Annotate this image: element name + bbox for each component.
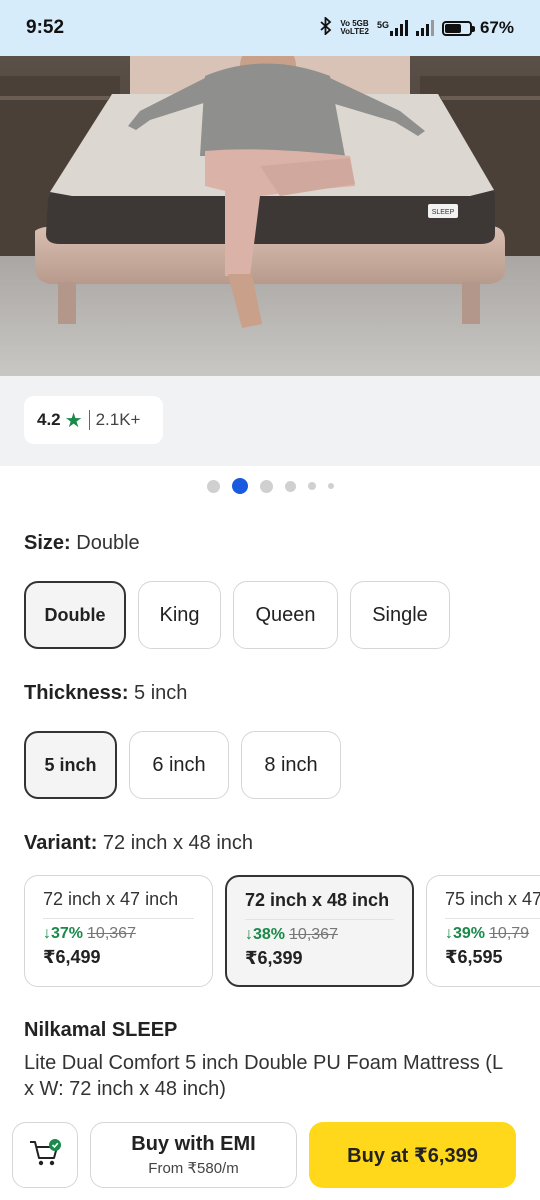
variant-label-row: Variant: 72 inch x 48 inch: [24, 832, 253, 855]
rating-value: 4.2: [37, 410, 61, 429]
network-type-label: Vo 5GB VoLTE2: [340, 19, 369, 36]
discount-percent: ↓37%: [43, 925, 84, 942]
carousel-dot[interactable]: [259, 479, 273, 493]
battery-percent: 67%: [479, 18, 514, 37]
variant-selected-value: 72 inch x 48 inch: [102, 832, 254, 854]
mrp-price: 10,367: [87, 925, 136, 942]
variant-discount-row: ↓39% 10,79: [445, 925, 540, 943]
variant-discount-row: ↓38% 10,367: [245, 926, 394, 944]
cart-icon: [28, 1138, 62, 1173]
carousel-dot-active[interactable]: [231, 478, 248, 494]
size-option-double[interactable]: Double: [24, 581, 126, 649]
variant-card-75x47[interactable]: 75 inch x 47 ↓39% 10,79 ₹6,595: [426, 875, 540, 987]
rating-area: 4.2 ★ 2.1K+: [0, 376, 540, 466]
thickness-option-5-inch[interactable]: 5 inch: [24, 731, 117, 799]
bottom-action-bar: Buy with EMI From ₹580/m Buy at ₹6,399: [0, 1108, 540, 1200]
signal-icon: [415, 20, 434, 36]
product-title: Lite Dual Comfort 5 inch Double PU Foam …: [24, 1052, 503, 1100]
emi-label: Buy with EMI: [131, 1133, 256, 1155]
variant-card-72x47[interactable]: 72 inch x 47 inch ↓37% 10,367 ₹6,499: [24, 875, 213, 987]
size-label: Size:: [24, 532, 71, 554]
discount-percent: ↓38%: [245, 926, 286, 943]
carousel-dot[interactable]: [284, 480, 296, 492]
star-icon: ★: [64, 409, 83, 432]
rating-chip[interactable]: 4.2 ★ 2.1K+: [24, 396, 163, 444]
variant-discount-row: ↓37% 10,367: [43, 925, 194, 943]
rating-divider: [88, 410, 90, 430]
add-to-cart-button[interactable]: [12, 1122, 78, 1188]
carousel-indicator: [0, 478, 540, 494]
variant-price: ₹6,499: [43, 947, 101, 967]
size-label-row: Size: Double: [24, 532, 140, 555]
battery-icon: [441, 20, 475, 36]
variant-name: 72 inch x 47 inch: [43, 889, 194, 919]
buy-now-button[interactable]: Buy at ₹6,399: [309, 1122, 516, 1188]
status-icons: Vo 5GB VoLTE2 5G 67%: [320, 15, 514, 40]
thickness-selected-value: 5 inch: [134, 682, 188, 704]
signal-5g-icon: 5G: [377, 20, 408, 36]
size-option-queen[interactable]: Queen: [233, 581, 338, 649]
size-selected-value: Double: [76, 532, 140, 554]
clock: 9:52: [26, 17, 65, 38]
mattress-label: SLEEP: [432, 209, 455, 216]
mrp-price: 10,79: [489, 925, 530, 942]
carousel-dot[interactable]: [206, 479, 220, 493]
rating-count: 2.1K+: [95, 410, 141, 429]
thickness-option-6-inch[interactable]: 6 inch: [129, 731, 229, 799]
thickness-label: Thickness:: [24, 682, 129, 704]
size-option-king[interactable]: King: [138, 581, 221, 649]
variant-name: 72 inch x 48 inch: [245, 890, 394, 920]
mrp-price: 10,367: [289, 926, 338, 943]
variant-price: ₹6,399: [245, 948, 303, 968]
variant-price: ₹6,595: [445, 947, 503, 967]
variant-card-72x48[interactable]: 72 inch x 48 inch ↓38% 10,367 ₹6,399: [225, 875, 414, 987]
carousel-dot[interactable]: [307, 482, 316, 490]
bluetooth-icon: [320, 15, 332, 40]
thickness-option-8-inch[interactable]: 8 inch: [241, 731, 341, 799]
size-option-single[interactable]: Single: [350, 581, 450, 649]
thickness-label-row: Thickness: 5 inch: [24, 682, 187, 705]
emi-subtext: From ₹580/m: [148, 1160, 239, 1177]
variant-name: 75 inch x 47: [445, 889, 540, 919]
discount-percent: ↓39%: [445, 925, 486, 942]
variant-label: Variant:: [24, 832, 98, 854]
carousel-dot[interactable]: [327, 483, 334, 489]
buy-with-emi-button[interactable]: Buy with EMI From ₹580/m: [90, 1122, 297, 1188]
status-bar: 9:52 Vo 5GB VoLTE2 5G 67%: [0, 0, 540, 56]
product-image[interactable]: SLEEP: [0, 56, 540, 376]
brand-name[interactable]: Nilkamal SLEEP: [24, 1019, 177, 1042]
